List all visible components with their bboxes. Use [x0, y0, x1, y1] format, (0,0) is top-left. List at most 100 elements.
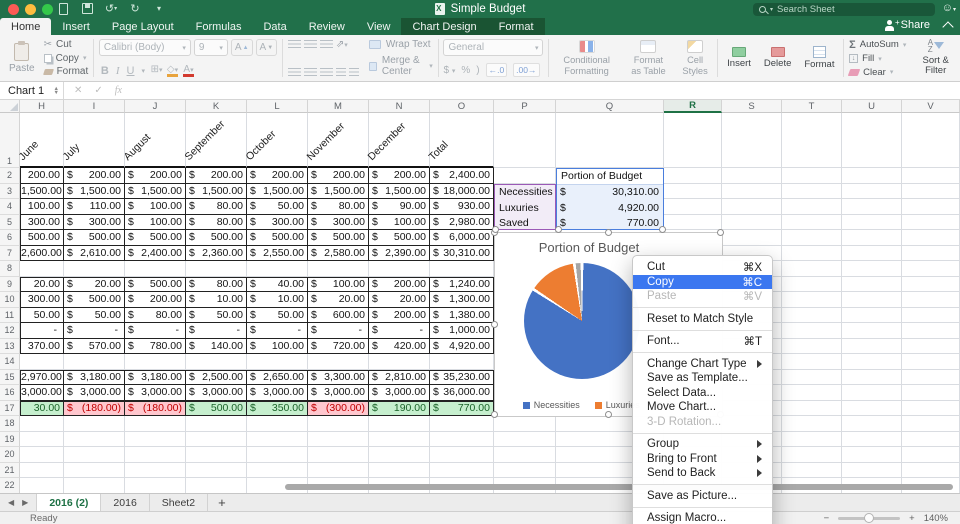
cancel-icon[interactable]: ✕: [74, 85, 82, 96]
cell-N13[interactable]: $420.00: [369, 339, 430, 355]
row-header-17[interactable]: 17: [0, 401, 20, 417]
cell-M16[interactable]: $3,000.00: [308, 385, 369, 401]
chart-resize-handle[interactable]: [605, 229, 612, 236]
cell-I6[interactable]: $500.00: [64, 230, 125, 246]
cell-V7[interactable]: [902, 246, 960, 262]
cell-P19[interactable]: [494, 432, 556, 448]
font-size-select[interactable]: 9▾: [194, 39, 228, 56]
cell-K17[interactable]: $500.00: [186, 401, 247, 417]
cell-L3[interactable]: $1,500.00: [247, 184, 308, 200]
ribbon-tab-format[interactable]: Format: [488, 18, 545, 35]
cell-U6[interactable]: [842, 230, 902, 246]
percent-format-button[interactable]: %: [461, 65, 470, 76]
cell-I9[interactable]: $20.00: [64, 277, 125, 293]
cell-O20[interactable]: [430, 447, 494, 463]
cell-T3[interactable]: [782, 184, 842, 200]
cell-N8[interactable]: [369, 261, 430, 277]
decrease-indent-icon[interactable]: [336, 68, 346, 77]
cell-H6[interactable]: 500.00: [20, 230, 64, 246]
cell-L12[interactable]: $-: [247, 323, 308, 339]
cell-P21[interactable]: [494, 463, 556, 479]
cell-O5[interactable]: $2,980.00: [430, 215, 494, 231]
cell-V12[interactable]: [902, 323, 960, 339]
cell-M10[interactable]: $20.00: [308, 292, 369, 308]
cell-S2[interactable]: [722, 168, 782, 184]
font-name-select[interactable]: Calibri (Body)▾: [99, 39, 191, 56]
cell-M4[interactable]: $80.00: [308, 199, 369, 215]
cell-H18[interactable]: [20, 416, 64, 432]
cell-H8[interactable]: [20, 261, 64, 277]
cell-H7[interactable]: 2,600.00: [20, 246, 64, 262]
row-header-20[interactable]: 20: [0, 447, 20, 463]
cell-L11[interactable]: $50.00: [247, 308, 308, 324]
row-header-5[interactable]: 5: [0, 215, 20, 231]
cell-K7[interactable]: $2,360.00: [186, 246, 247, 262]
ribbon-tab-insert[interactable]: Insert: [51, 18, 101, 35]
cell-L13[interactable]: $100.00: [247, 339, 308, 355]
cell-J21[interactable]: [125, 463, 186, 479]
cell-L20[interactable]: [247, 447, 308, 463]
cell-M21[interactable]: [308, 463, 369, 479]
ribbon-tab-page-layout[interactable]: Page Layout: [101, 18, 185, 35]
cell-styles-button[interactable]: Cell Styles: [678, 40, 713, 75]
autosum-button[interactable]: ΣAutoSum▾: [849, 39, 906, 51]
cell-K12[interactable]: $-: [186, 323, 247, 339]
cell-V16[interactable]: [902, 385, 960, 401]
cell-U7[interactable]: [842, 246, 902, 262]
menu-item-reset-to-match-style[interactable]: Reset to Match Style: [633, 312, 772, 327]
font-color-button[interactable]: A▾: [182, 64, 195, 77]
cell-T13[interactable]: [782, 339, 842, 355]
cell-O6[interactable]: $6,000.00: [430, 230, 494, 246]
cell-U18[interactable]: [842, 416, 902, 432]
feedback-smiley-icon[interactable]: ☺▾: [942, 2, 956, 14]
cell-J9[interactable]: $500.00: [125, 277, 186, 293]
cell-M6[interactable]: $500.00: [308, 230, 369, 246]
merge-center-button[interactable]: Merge & Center▾: [369, 55, 433, 77]
cell-M19[interactable]: [308, 432, 369, 448]
column-header-H[interactable]: H: [20, 100, 64, 113]
search-input[interactable]: ▾ Search Sheet: [753, 3, 935, 16]
cell-U1[interactable]: [842, 113, 902, 168]
sheet-tab-2016-2[interactable]: 2016 (2): [36, 494, 101, 511]
cell-T16[interactable]: [782, 385, 842, 401]
cell-L6[interactable]: $500.00: [247, 230, 308, 246]
cell-U9[interactable]: [842, 277, 902, 293]
cell-I17[interactable]: $(180.00): [64, 401, 125, 417]
currency-format-button[interactable]: $ ▾: [443, 65, 455, 76]
cell-N18[interactable]: [369, 416, 430, 432]
cell-S6[interactable]: [722, 230, 782, 246]
column-header-M[interactable]: M: [308, 100, 369, 113]
sheet-tab-sheet2[interactable]: Sheet2: [150, 494, 208, 511]
cell-J16[interactable]: $3,000.00: [125, 385, 186, 401]
cell-J5[interactable]: $100.00: [125, 215, 186, 231]
align-center-icon[interactable]: [304, 68, 317, 77]
cell-V13[interactable]: [902, 339, 960, 355]
cell-K21[interactable]: [186, 463, 247, 479]
cell-J13[interactable]: $780.00: [125, 339, 186, 355]
cell-O9[interactable]: $1,240.00: [430, 277, 494, 293]
cell-V11[interactable]: [902, 308, 960, 324]
cell-J3[interactable]: $1,500.00: [125, 184, 186, 200]
cell-L4[interactable]: $50.00: [247, 199, 308, 215]
row-header-19[interactable]: 19: [0, 432, 20, 448]
borders-button[interactable]: ⊞▾: [150, 64, 163, 77]
align-middle-icon[interactable]: [304, 40, 317, 49]
cell-H14[interactable]: [20, 354, 64, 370]
cell-V4[interactable]: [902, 199, 960, 215]
cell-U8[interactable]: [842, 261, 902, 277]
fill-color-button[interactable]: ◇▾: [166, 64, 179, 77]
cell-N12[interactable]: $-: [369, 323, 430, 339]
ribbon-tab-home[interactable]: Home: [0, 18, 51, 35]
cell-K13[interactable]: $140.00: [186, 339, 247, 355]
cell-I21[interactable]: [64, 463, 125, 479]
range-handle[interactable]: [555, 226, 562, 233]
cell-I2[interactable]: $200.00: [64, 168, 125, 184]
worksheet-grid[interactable]: HIJKLMNOPQRSTUV1JuneJulyAugustSeptemberO…: [0, 100, 960, 493]
decrease-font-button[interactable]: A▼: [256, 39, 278, 56]
cell-J6[interactable]: $500.00: [125, 230, 186, 246]
cell-H20[interactable]: [20, 447, 64, 463]
increase-indent-icon[interactable]: [349, 68, 359, 77]
row-header-14[interactable]: 14: [0, 354, 20, 370]
chart-resize-handle[interactable]: [717, 229, 724, 236]
cell-M9[interactable]: $100.00: [308, 277, 369, 293]
